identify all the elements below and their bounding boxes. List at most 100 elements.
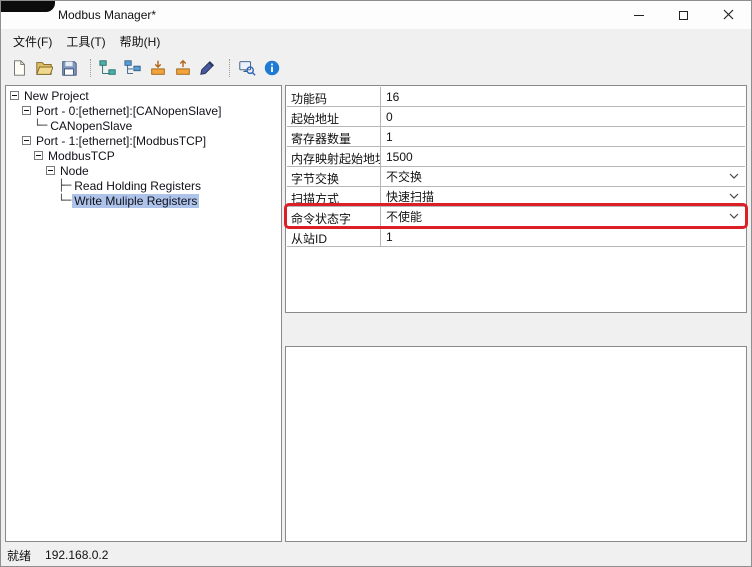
tree-item-label[interactable]: Port - 0:[ethernet]:[CANopenSlave] xyxy=(34,104,223,118)
property-label: 字节交换 xyxy=(287,167,381,186)
property-value: 不交换 xyxy=(386,170,423,184)
property-label: 内存映射起始地址 xyxy=(287,147,381,166)
property-dropdown[interactable]: 不交换 xyxy=(381,167,745,186)
title-bar: Modbus Manager* xyxy=(1,1,751,29)
add-node-button[interactable] xyxy=(95,56,120,81)
toolbar-separator xyxy=(83,59,91,77)
minimize-button[interactable] xyxy=(616,1,661,29)
close-button[interactable] xyxy=(706,1,751,29)
chevron-down-icon[interactable] xyxy=(729,213,739,220)
property-value: 0 xyxy=(386,109,393,124)
tree-item[interactable]: Port - 0:[ethernet]:[CANopenSlave] xyxy=(6,103,281,118)
chevron-down-icon[interactable] xyxy=(729,173,739,180)
property-grid: 功能码 16 起始地址 0 寄存器数量 1 内存映射起始地址 1500 字节交换 不交换 扫描方式快… xyxy=(284,85,748,313)
open-folder-icon xyxy=(35,59,53,77)
property-row: 扫描方式 快速扫描 xyxy=(287,187,745,207)
tree-item-label[interactable]: Read Holding Registers xyxy=(72,179,203,193)
monitor-search-button[interactable] xyxy=(234,56,259,81)
tree-item[interactable]: Node xyxy=(6,163,281,178)
maximize-icon xyxy=(679,10,688,20)
tree-item[interactable]: └─ Write Muliple Registers xyxy=(6,193,281,208)
property-value: 不使能 xyxy=(386,210,423,224)
save-button[interactable] xyxy=(56,56,81,81)
property-row: 从站ID 1 xyxy=(287,227,745,247)
status-ip-text: 192.168.0.2 xyxy=(45,548,109,562)
menu-item[interactable]: 工具(T) xyxy=(59,30,112,53)
tree-item-label[interactable]: Node xyxy=(58,164,91,178)
tree-connector: └─ xyxy=(58,194,72,207)
minimize-icon xyxy=(633,14,644,16)
property-row: 功能码 16 xyxy=(287,87,745,107)
tree-item[interactable]: ModbusTCP xyxy=(6,148,281,163)
app-window: Modbus Manager* 文件(F) 工具(T) 帮助(H) New Proj… xyxy=(0,0,752,567)
tree-item-label[interactable]: Write Muliple Registers xyxy=(72,193,200,208)
toolbar xyxy=(1,53,751,83)
tree-item[interactable]: Port - 1:[ethernet]:[ModbusTCP] xyxy=(6,133,281,148)
tree-connector: └─ xyxy=(34,119,48,132)
property-row: 起始地址 0 xyxy=(287,107,745,127)
close-icon xyxy=(723,8,734,23)
chevron-down-icon[interactable] xyxy=(729,193,739,200)
tree-expander-icon[interactable] xyxy=(10,91,19,100)
project-tree-panel: New Project Port - 0:[ethernet]:[CANopenS… xyxy=(5,85,282,542)
import-config-button[interactable] xyxy=(145,56,170,81)
property-row: 命令状态字 不使能 xyxy=(284,203,748,229)
property-value: 1 xyxy=(386,129,393,144)
property-label: 寄存器数量 xyxy=(287,127,381,146)
maximize-button[interactable] xyxy=(661,1,706,29)
open-folder-button[interactable] xyxy=(31,56,56,81)
property-label: 从站ID xyxy=(287,227,381,246)
tree-expander-icon[interactable] xyxy=(34,151,43,160)
window-title: Modbus Manager* xyxy=(58,8,157,22)
window-controls xyxy=(616,1,751,29)
tree-item-label[interactable]: New Project xyxy=(22,89,91,103)
app-icon xyxy=(1,1,55,12)
edit-pen-icon xyxy=(199,59,217,77)
tree-item-label[interactable]: ModbusTCP xyxy=(46,149,117,163)
export-config-button[interactable] xyxy=(170,56,195,81)
tree-item[interactable]: └─ CANopenSlave xyxy=(6,118,281,133)
tree-connector: ├─ xyxy=(58,179,72,192)
property-value: 16 xyxy=(386,89,400,104)
property-value: 1 xyxy=(386,229,393,244)
new-file-icon xyxy=(10,59,28,77)
lower-panel xyxy=(285,346,747,542)
property-input[interactable]: 0 xyxy=(381,107,745,126)
property-dropdown[interactable]: 快速扫描 xyxy=(381,187,745,206)
monitor-search-icon xyxy=(238,59,256,77)
tree-item-label[interactable]: Port - 1:[ethernet]:[ModbusTCP] xyxy=(34,134,208,148)
tree-expander-icon[interactable] xyxy=(22,106,31,115)
tree-item[interactable]: New Project xyxy=(6,88,281,103)
new-file-button[interactable] xyxy=(6,56,31,81)
property-input[interactable]: 1 xyxy=(381,227,745,246)
property-label: 功能码 xyxy=(287,87,381,106)
property-row: 字节交换 不交换 xyxy=(287,167,745,187)
property-row: 寄存器数量 1 xyxy=(287,127,745,147)
property-label: 起始地址 xyxy=(287,107,381,126)
property-input[interactable]: 1500 xyxy=(381,147,745,166)
status-bar: 就绪 192.168.0.2 xyxy=(1,544,751,566)
edit-pen-button[interactable] xyxy=(195,56,220,81)
save-icon xyxy=(60,59,78,77)
tree-expander-icon[interactable] xyxy=(46,166,55,175)
add-node-icon xyxy=(98,59,117,77)
tree-item-label[interactable]: CANopenSlave xyxy=(48,119,134,133)
node-list-button[interactable] xyxy=(120,56,145,81)
property-input[interactable]: 16 xyxy=(381,87,745,106)
menu-bar: 文件(F) 工具(T) 帮助(H) xyxy=(1,29,751,53)
property-label: 命令状态字 xyxy=(287,207,381,226)
property-input[interactable]: 1 xyxy=(381,127,745,146)
tree-item[interactable]: ├─ Read Holding Registers xyxy=(6,178,281,193)
info-button[interactable] xyxy=(259,56,284,81)
property-label: 扫描方式 xyxy=(287,187,381,206)
property-value: 快速扫描 xyxy=(386,190,435,204)
menu-item[interactable]: 文件(F) xyxy=(6,30,59,53)
property-value: 1500 xyxy=(386,149,413,164)
toolbar-separator xyxy=(222,59,230,77)
property-dropdown[interactable]: 不使能 xyxy=(381,207,745,226)
tree-expander-icon[interactable] xyxy=(22,136,31,145)
property-row: 内存映射起始地址 1500 xyxy=(287,147,745,167)
export-config-icon xyxy=(174,59,192,77)
menu-item[interactable]: 帮助(H) xyxy=(113,30,168,53)
node-list-icon xyxy=(123,59,142,77)
